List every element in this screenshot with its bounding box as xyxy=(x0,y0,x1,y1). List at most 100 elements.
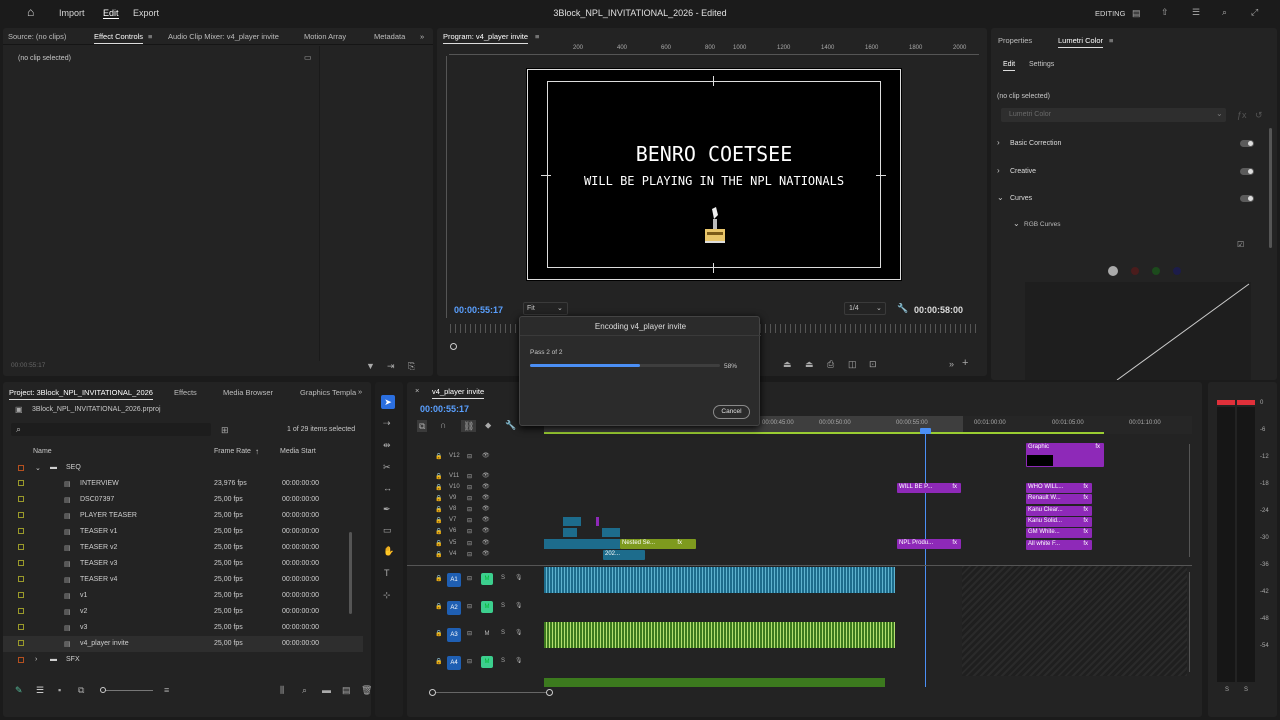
small-video-clip[interactable] xyxy=(596,517,599,526)
rectangle-tool-icon[interactable]: ▭ xyxy=(383,525,392,535)
program-frame[interactable]: BENRO COETSEE WILL BE PLAYING IN THE NPL… xyxy=(526,68,902,281)
sync-lock-icon[interactable]: ⊟ xyxy=(467,517,472,524)
eye-icon[interactable]: 👁 xyxy=(482,516,490,523)
add-button-icon[interactable]: + xyxy=(962,358,968,369)
nest-icon[interactable]: ⧉ xyxy=(417,420,428,432)
lift-icon[interactable]: ⏏ xyxy=(783,359,792,369)
tab-effects[interactable]: Effects xyxy=(174,388,197,397)
tab-motion-array[interactable]: Motion Array xyxy=(304,32,346,41)
mute-button[interactable]: M xyxy=(481,628,493,640)
play-only-audio-icon[interactable]: ⇥ xyxy=(387,361,395,371)
toggle-timeline-icon[interactable]: ▭ xyxy=(304,53,312,63)
audio-clip-bottom[interactable] xyxy=(544,678,885,687)
eye-icon[interactable]: 👁 xyxy=(482,550,490,557)
lock-icon[interactable]: 🔒 xyxy=(435,506,442,513)
timeline-settings-icon[interactable]: 🔧 xyxy=(505,420,516,430)
title-clip[interactable]: WHO WILL... fx xyxy=(1026,483,1092,493)
curve-graph[interactable] xyxy=(1025,282,1251,381)
sort-ascending-icon[interactable]: ↑ xyxy=(255,447,259,456)
tab-source[interactable]: Source: (no clips) xyxy=(8,32,66,41)
project-item[interactable]: ▤ PLAYER TEASER 25,00 fps 00:00:00:00 xyxy=(3,508,363,524)
resolution-dropdown[interactable]: 1/4 ⌄ xyxy=(844,302,886,315)
trash-icon[interactable]: 🗑 xyxy=(361,685,372,695)
icon-view-icon[interactable]: ▪ xyxy=(58,685,61,695)
solo-button[interactable]: S xyxy=(501,575,505,581)
chevron-down-icon[interactable]: ⌄ xyxy=(35,464,41,472)
video-track-header[interactable]: 🔒 V4 ⊟ 👁 xyxy=(435,550,543,560)
column-frame-rate[interactable]: Frame Rate xyxy=(214,448,251,455)
tab-media-browser[interactable]: Media Browser xyxy=(223,388,273,397)
menu-import[interactable]: Import xyxy=(59,8,85,18)
eye-icon[interactable]: 👁 xyxy=(482,539,490,546)
sync-lock-icon[interactable]: ⊟ xyxy=(467,603,472,610)
title-clip[interactable]: All white F... fx xyxy=(1026,539,1092,550)
tab-audio-clip-mixer[interactable]: Audio Clip Mixer: v4_player invite xyxy=(168,32,279,41)
curves-toggle[interactable] xyxy=(1240,195,1254,202)
eye-icon[interactable]: 👁 xyxy=(482,494,490,501)
reset-icon[interactable]: ↺ xyxy=(1255,110,1263,120)
eye-icon[interactable]: 👁 xyxy=(482,505,490,512)
solo-button[interactable]: S xyxy=(501,630,505,636)
progress-icon[interactable]: ☰ xyxy=(1192,7,1200,17)
folder-sfx[interactable]: › ▬ SFX xyxy=(3,652,363,668)
sync-lock-icon[interactable]: ⊟ xyxy=(467,453,472,460)
project-item[interactable]: ▤ DSC07397 25,00 fps 00:00:00:00 xyxy=(3,492,363,508)
linked-selection-icon[interactable]: ⛓ xyxy=(461,420,477,432)
project-item[interactable]: ▤ INTERVIEW 23,976 fps 00:00:00:00 xyxy=(3,476,363,492)
blue-channel-dot[interactable] xyxy=(1173,267,1181,275)
lock-icon[interactable]: 🔒 xyxy=(435,540,442,547)
checkbox-icon[interactable]: ☑ xyxy=(1237,240,1244,250)
lumetri-menu-icon[interactable]: ≡ xyxy=(1109,36,1113,45)
project-item[interactable]: ▤ v1 25,00 fps 00:00:00:00 xyxy=(3,588,363,604)
lock-icon[interactable]: 🔒 xyxy=(435,453,442,460)
playhead-marker[interactable] xyxy=(920,428,931,434)
selection-tool-icon[interactable]: ➤ xyxy=(381,395,395,409)
creative-toggle[interactable] xyxy=(1240,168,1254,175)
find-icon[interactable]: ⌕ xyxy=(302,685,307,695)
small-video-clip[interactable] xyxy=(602,528,620,537)
tab-graphics-templates[interactable]: Graphics Templa xyxy=(300,388,356,397)
pen-tool-icon[interactable]: ✒ xyxy=(383,504,391,514)
tab-program[interactable]: Program: v4_player invite xyxy=(443,32,529,44)
clip-nested-sequence[interactable]: Nested Se... fx xyxy=(620,539,696,549)
search-field[interactable]: ⌕ xyxy=(11,423,211,436)
video-track-header[interactable]: 🔒 V5 ⊟ 👁 xyxy=(435,539,543,549)
microphone-icon[interactable]: 🎙 xyxy=(515,629,523,636)
lock-icon[interactable]: 🔒 xyxy=(435,630,442,637)
subtab-settings[interactable]: Settings xyxy=(1029,61,1054,68)
settings-wrench-icon[interactable]: 🔧 xyxy=(897,303,908,313)
lock-icon[interactable]: 🔒 xyxy=(435,658,442,665)
playhead-line[interactable] xyxy=(925,432,926,687)
track-name[interactable]: A2 xyxy=(447,601,461,615)
eye-icon[interactable]: 👁 xyxy=(482,527,490,534)
track-name[interactable]: A4 xyxy=(447,656,461,670)
column-name[interactable]: Name xyxy=(33,448,52,455)
title-clip[interactable]: GM White... fx xyxy=(1026,528,1092,539)
tab-lumetri-color[interactable]: Lumetri Color xyxy=(1058,36,1104,48)
fit-dropdown[interactable]: Fit ⌄ xyxy=(523,302,568,315)
audio-track-header[interactable]: 🔒 A3 ⊟ M S 🎙 xyxy=(435,628,543,642)
fx-icon[interactable]: ƒx xyxy=(1237,110,1247,120)
lock-icon[interactable]: 🔒 xyxy=(435,495,442,502)
chevron-right-icon[interactable]: › xyxy=(35,656,37,663)
clip-npl-produ[interactable]: NPL Produ... fx xyxy=(897,539,961,549)
comparison-view-icon[interactable]: ◫ xyxy=(848,359,857,369)
video-track-header[interactable]: 🔒 V12 ⊟ 👁 xyxy=(435,452,543,462)
zoom-slider-handle[interactable] xyxy=(100,687,106,693)
list-view-icon[interactable]: ☰ xyxy=(36,685,44,695)
snap-icon[interactable]: ∩ xyxy=(440,420,446,430)
fullscreen-icon[interactable]: ⤢ xyxy=(1251,7,1258,17)
video-track-header[interactable]: 🔒 V7 ⊟ 👁 xyxy=(435,516,543,526)
mute-button[interactable]: M xyxy=(481,573,493,585)
type-tool-icon[interactable]: T xyxy=(384,568,390,578)
filter-icon[interactable]: ▼ xyxy=(366,361,375,371)
mute-button[interactable]: M xyxy=(481,601,493,613)
solo-button[interactable]: S xyxy=(501,603,505,609)
zoom-handle-right[interactable] xyxy=(546,689,553,696)
basic-correction-toggle[interactable] xyxy=(1240,140,1254,147)
playhead-handle[interactable] xyxy=(450,343,457,350)
video-track-header[interactable]: 🔒 V10 ⊟ 👁 xyxy=(435,483,543,493)
column-media-start[interactable]: Media Start xyxy=(280,448,316,455)
red-channel-dot[interactable] xyxy=(1131,267,1139,275)
solo-button[interactable]: S xyxy=(501,658,505,664)
